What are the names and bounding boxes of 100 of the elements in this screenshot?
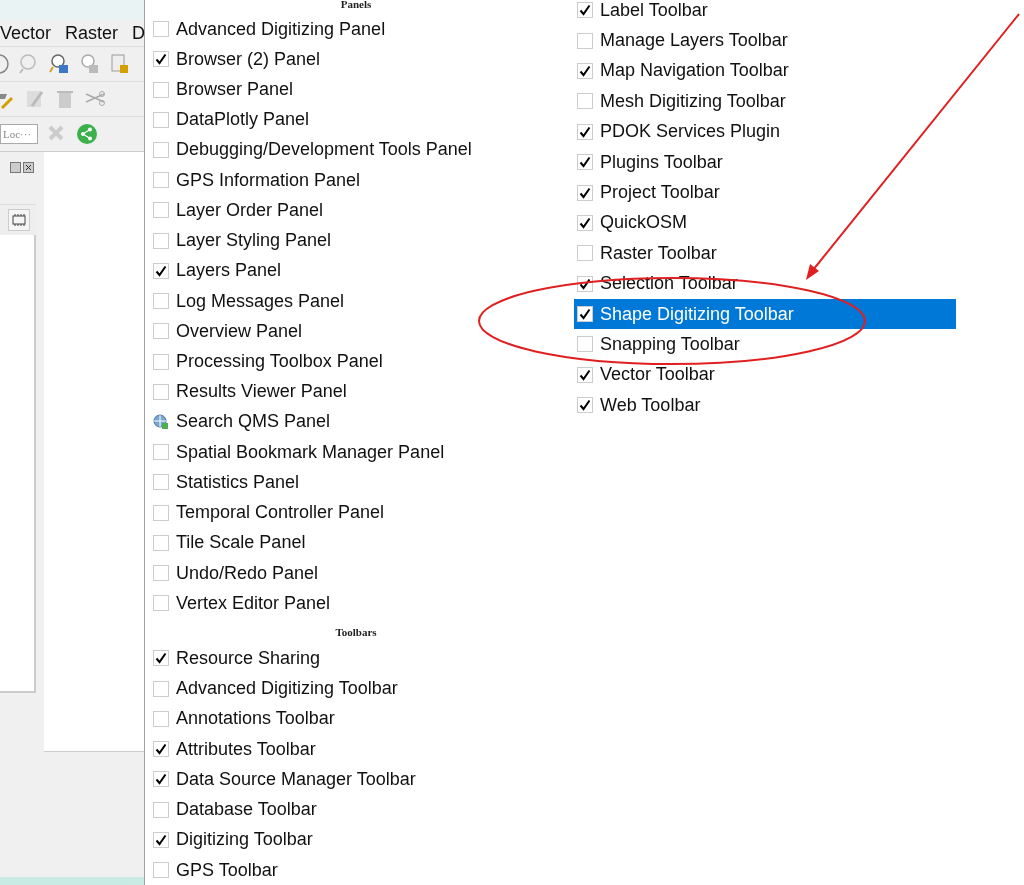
menu-item[interactable]: Plugins Toolbar bbox=[574, 146, 956, 178]
menu-item[interactable]: DataPlotly Panel bbox=[150, 104, 532, 135]
menu-item[interactable]: Browser Panel bbox=[150, 74, 532, 105]
menu-item[interactable]: Data Source Manager Toolbar bbox=[150, 764, 532, 795]
checkbox[interactable] bbox=[577, 306, 593, 323]
checkbox[interactable] bbox=[577, 32, 593, 49]
share-icon[interactable] bbox=[76, 123, 98, 145]
checkbox[interactable] bbox=[153, 262, 169, 279]
menu-item[interactable]: GPS Toolbar bbox=[150, 854, 532, 885]
checkbox[interactable] bbox=[153, 534, 169, 551]
checkbox[interactable] bbox=[577, 154, 593, 171]
checkbox[interactable] bbox=[153, 862, 169, 878]
menu-item[interactable]: Layer Order Panel bbox=[150, 195, 532, 226]
menu-item[interactable]: Raster Toolbar bbox=[574, 238, 956, 269]
locator-field[interactable]: Loc··· bbox=[0, 124, 38, 144]
menu-item[interactable]: QuickOSM bbox=[574, 207, 956, 239]
menu-item[interactable]: Vertex Editor Panel bbox=[150, 588, 532, 619]
menu-title[interactable]: D bbox=[132, 22, 146, 44]
menu-item[interactable]: Overview Panel bbox=[150, 316, 532, 347]
trash-icon[interactable] bbox=[54, 88, 76, 110]
checkbox[interactable] bbox=[577, 62, 593, 79]
menu-item[interactable]: Advanced Digitizing Toolbar bbox=[150, 673, 532, 704]
checkbox[interactable] bbox=[153, 710, 169, 727]
menu-item[interactable]: Tile Scale Panel bbox=[150, 527, 532, 558]
checkbox[interactable] bbox=[153, 383, 169, 400]
checkbox[interactable] bbox=[153, 21, 169, 38]
menu-item[interactable]: Snapping Toolbar bbox=[574, 329, 956, 360]
checkbox[interactable] bbox=[153, 353, 169, 370]
menu-item[interactable]: Layers Panel bbox=[150, 255, 532, 286]
menu-item[interactable]: GPS Information Panel bbox=[150, 165, 532, 196]
menu-item[interactable]: Attributes Toolbar bbox=[150, 734, 532, 765]
menu-item[interactable]: Layer Styling Panel bbox=[150, 225, 532, 256]
checkbox[interactable] bbox=[577, 397, 593, 414]
checkbox[interactable] bbox=[153, 111, 169, 128]
menu-item-label: Database Toolbar bbox=[176, 799, 317, 821]
menu-item[interactable]: Project Toolbar bbox=[574, 177, 956, 208]
checkbox[interactable] bbox=[153, 595, 169, 612]
menu-item[interactable]: Advanced Digitizing Panel bbox=[150, 14, 532, 45]
checkbox[interactable] bbox=[153, 202, 169, 219]
checkbox[interactable] bbox=[577, 245, 593, 262]
menu-item[interactable]: Mesh Digitizing Toolbar bbox=[574, 86, 956, 117]
menu-item[interactable]: Temporal Controller Panel bbox=[150, 497, 532, 528]
checkbox[interactable] bbox=[577, 366, 593, 383]
menu-item-label: Layer Styling Panel bbox=[176, 230, 332, 252]
menu-item[interactable]: Browser (2) Panel bbox=[150, 44, 532, 75]
checkbox[interactable] bbox=[153, 172, 169, 189]
menu-item[interactable]: Resource Sharing bbox=[150, 643, 532, 674]
checkbox[interactable] bbox=[153, 801, 169, 818]
checkbox[interactable] bbox=[577, 214, 593, 231]
menu-item-label: Browser (2) Panel bbox=[176, 48, 321, 70]
checkbox[interactable] bbox=[577, 2, 593, 19]
checkbox[interactable] bbox=[153, 504, 169, 521]
menu-item[interactable]: Label Toolbar bbox=[574, 0, 956, 26]
menu-item[interactable]: Vector Toolbar bbox=[574, 359, 956, 391]
checkbox[interactable] bbox=[153, 831, 169, 848]
checkbox[interactable] bbox=[153, 474, 169, 491]
checkbox[interactable] bbox=[153, 565, 169, 582]
close-icon[interactable] bbox=[23, 161, 34, 173]
menu-item[interactable]: Log Messages Panel bbox=[150, 285, 532, 317]
zoom-icon[interactable] bbox=[48, 53, 70, 75]
checkbox[interactable] bbox=[153, 771, 169, 788]
float-icon[interactable] bbox=[10, 161, 21, 173]
menu-item[interactable]: Database Toolbar bbox=[150, 794, 532, 825]
checkbox[interactable] bbox=[153, 323, 169, 340]
dock-tab-button[interactable] bbox=[8, 209, 30, 231]
checkbox[interactable] bbox=[153, 81, 169, 98]
checkbox[interactable] bbox=[153, 51, 169, 68]
checkbox[interactable] bbox=[577, 184, 593, 201]
menu-item[interactable]: PDOK Services Plugin bbox=[574, 116, 956, 147]
menu-title[interactable]: Raster bbox=[65, 22, 119, 44]
menu-item-label: Processing Toolbox Panel bbox=[176, 351, 383, 372]
pencil-icon[interactable] bbox=[24, 88, 46, 110]
checkbox[interactable] bbox=[577, 93, 593, 110]
checkbox[interactable] bbox=[153, 741, 169, 758]
menu-item[interactable]: Manage Layers Toolbar bbox=[574, 25, 956, 56]
menu-item[interactable]: Undo/Redo Panel bbox=[150, 557, 532, 589]
menu-item[interactable]: Search QMS Panel bbox=[150, 406, 532, 438]
page-icon[interactable] bbox=[108, 53, 130, 75]
menu-item[interactable]: Map Navigation Toolbar bbox=[574, 55, 956, 87]
menu-item[interactable]: Digitizing Toolbar bbox=[150, 824, 532, 855]
menu-item-label: Vertex Editor Panel bbox=[176, 592, 331, 614]
menu-item[interactable]: Web Toolbar bbox=[574, 390, 956, 421]
menu-item[interactable]: Annotations Toolbar bbox=[150, 703, 532, 735]
menu-title[interactable]: Vector bbox=[0, 22, 52, 44]
checkbox[interactable] bbox=[153, 680, 169, 697]
globe-icon bbox=[153, 413, 169, 430]
menu-item[interactable]: Results Viewer Panel bbox=[150, 376, 532, 407]
menu-item[interactable]: Spatial Bookmark Manager Panel bbox=[150, 437, 532, 468]
checkbox[interactable] bbox=[153, 444, 169, 461]
menu-item[interactable]: Debugging/Development Tools Panel bbox=[150, 134, 532, 166]
checkbox[interactable] bbox=[153, 232, 169, 249]
checkbox[interactable] bbox=[577, 336, 593, 353]
menu-item[interactable]: Processing Toolbox Panel bbox=[150, 346, 532, 377]
menu-item[interactable]: Shape Digitizing Toolbar bbox=[574, 298, 956, 330]
menu-item-label: Undo/Redo Panel bbox=[176, 562, 319, 584]
checkbox[interactable] bbox=[577, 123, 593, 140]
menu-item[interactable]: Statistics Panel bbox=[150, 467, 532, 498]
checkbox[interactable] bbox=[153, 293, 169, 310]
checkbox[interactable] bbox=[153, 142, 169, 158]
checkbox[interactable] bbox=[153, 650, 169, 667]
